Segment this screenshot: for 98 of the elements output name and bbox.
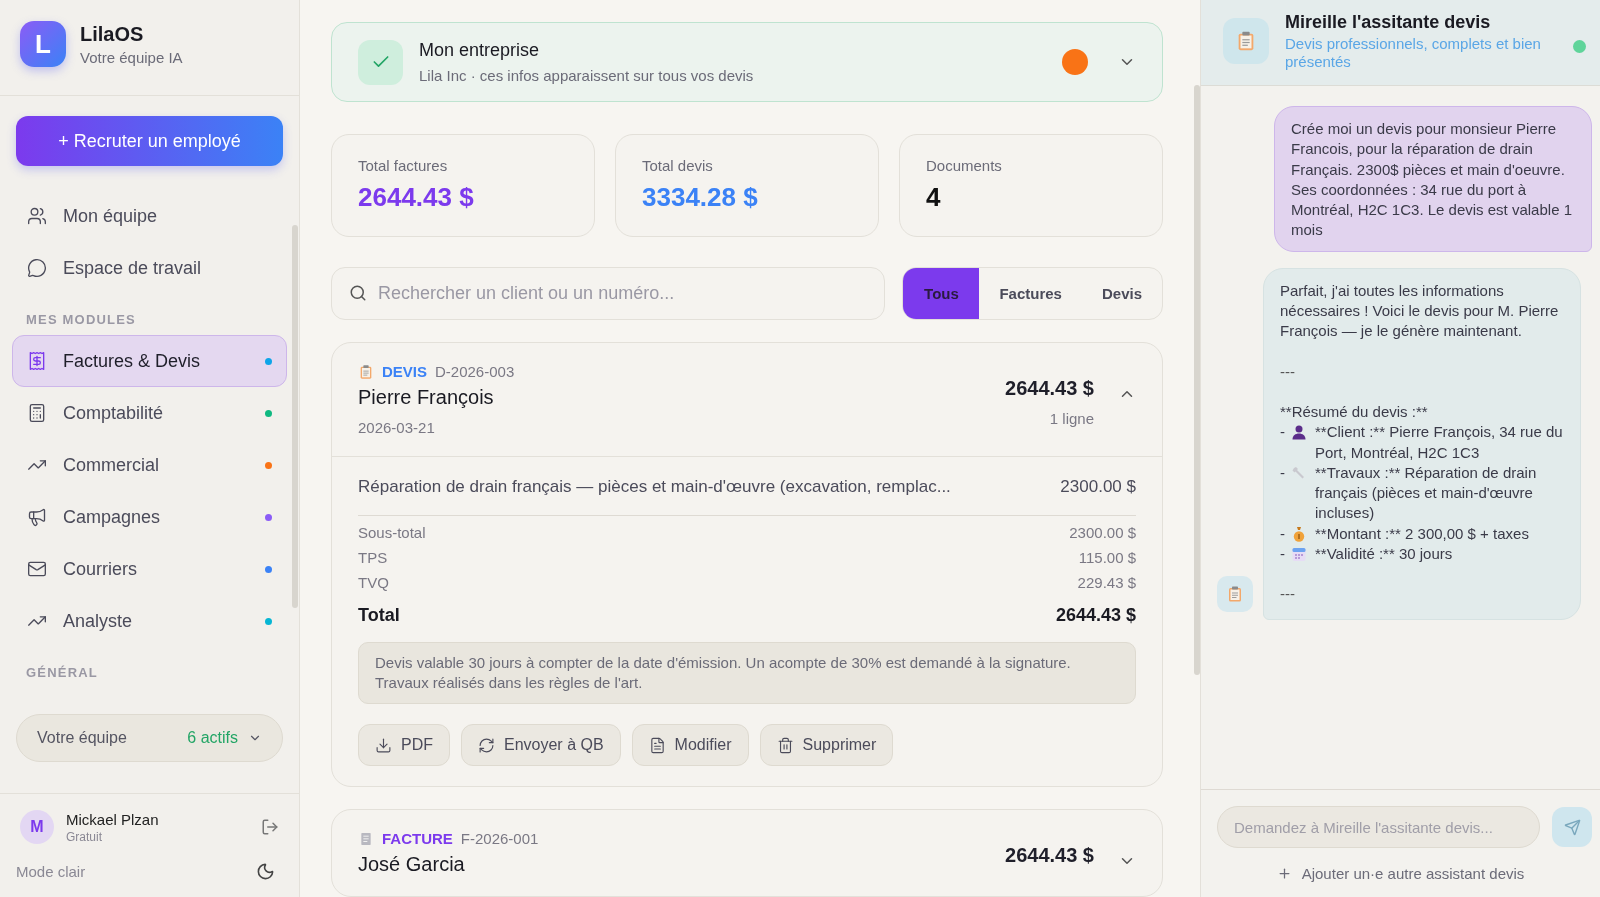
chat-icon <box>27 258 47 278</box>
line-amount: 2300.00 $ <box>1060 477 1136 497</box>
separator-text: --- <box>1280 584 1296 605</box>
assistant-name: Mireille l'assitante devis <box>1285 12 1492 33</box>
module-item[interactable]: Factures & Devis <box>12 335 287 387</box>
user-name: Mickael Plzan <box>66 810 159 828</box>
refresh-icon <box>478 736 495 754</box>
bullet: - <box>1280 523 1285 544</box>
clipboard-icon <box>1226 584 1244 603</box>
total-value: 229.43 $ <box>1077 574 1136 591</box>
user-avatar: M <box>20 810 54 844</box>
terms-note: Devis valable 30 jours à compter de la date d'émission. Un acompte de 30% est demandé à la signature. Travaux réalisés dans les règles de l'art. <box>358 642 1136 704</box>
mail-icon <box>27 559 47 579</box>
total-value: 2300.00 $ <box>1069 524 1136 541</box>
person-icon <box>1291 424 1307 441</box>
stat-label: Total factures <box>358 157 449 174</box>
user-message: Crée moi un devis pour monsieur Pierre Francois, pour la réparation de drain Français. 2300$ pièces et main d'oeuvre. Ses coordonnées : 34 rue du port à Montréal, H2C 1C3. Le devis est valable 1 mois <box>1274 106 1592 252</box>
megaphone-icon <box>27 507 47 527</box>
search-icon <box>349 284 367 302</box>
user-plan: Gratuit <box>66 829 103 844</box>
company-card[interactable]: Mon entreprise Lila Inc · ces infos apparaissent sur tous vos devis <box>331 22 1163 102</box>
app-logo: L <box>20 21 66 67</box>
document-type: FACTURE <box>382 830 453 847</box>
assistant-subtitle: Devis professionnels, complets et bien présentés <box>1285 35 1542 71</box>
client-name: Pierre François <box>358 386 495 409</box>
line-count: 1 ligne <box>1048 410 1094 427</box>
document-type: DEVIS <box>382 363 427 380</box>
recruit-button[interactable]: + Recruter un employé <box>16 116 283 166</box>
app-name: LilaOS <box>80 22 145 46</box>
nav-item[interactable]: Mon équipe <box>12 190 287 242</box>
users-icon <box>27 206 47 226</box>
document-number: D-2026-003 <box>435 363 515 380</box>
stat-value: 3334.28 $ <box>642 182 759 213</box>
chat-input[interactable]: Demandez à Mireille l'assitante devis... <box>1217 806 1540 848</box>
nav-item[interactable]: Espace de travail <box>12 242 287 294</box>
message-text: Parfait, j'ai toutes les informations nécessaires ! Voici le devis pour M. Pierre François — je le génère maintenant. <box>1280 280 1560 342</box>
money-bag-icon <box>1291 525 1307 542</box>
section-heading: MES MODULES <box>25 311 137 329</box>
summary-item: **Validité :** 30 jours <box>1315 544 1453 565</box>
scrollbar-thumb[interactable] <box>292 225 298 608</box>
action-button[interactable]: Supprimer <box>759 724 894 766</box>
send-icon <box>1563 818 1581 836</box>
module-item[interactable]: Analyste <box>12 595 287 647</box>
document-date: 2026-03-21 <box>358 419 436 436</box>
wrench-icon <box>1291 464 1307 481</box>
search-field[interactable]: Rechercher un client ou un numéro... <box>331 267 886 320</box>
stat-label: Total devis <box>642 157 714 174</box>
file-icon <box>648 736 666 754</box>
action-button[interactable]: Envoyer à QB <box>461 724 621 766</box>
app-tagline: Votre équipe IA <box>80 48 183 66</box>
message-text: **Résumé du devis :** <box>1280 401 1429 422</box>
total-label: Total <box>358 605 400 626</box>
module-item[interactable]: Commercial <box>12 439 287 491</box>
summary-item: **Montant :** 2 300,00 $ + taxes <box>1315 523 1529 544</box>
filter-tab[interactable]: Factures <box>979 268 1082 319</box>
mode-label: Mode clair <box>16 863 86 880</box>
document-number: F-2026-001 <box>460 830 539 847</box>
total-value: 2644.43 $ <box>1055 605 1136 626</box>
action-button[interactable]: Modifier <box>631 724 749 766</box>
color-swatch <box>1062 49 1088 75</box>
total-value: 115.00 $ <box>1078 549 1136 566</box>
stat-label: Documents <box>926 157 1003 174</box>
bullet: - <box>1280 544 1285 565</box>
bullet: - <box>1280 422 1285 443</box>
bullet: - <box>1280 462 1285 483</box>
total-label: Sous-total <box>358 524 426 541</box>
stat-value: 4 <box>926 182 942 213</box>
summary-item: **Travaux :** Réparation de drain français (pièces et main-d'œuvre incluses) <box>1315 462 1538 524</box>
action-button[interactable]: PDF <box>358 724 450 766</box>
company-subtitle: Lila Inc · ces infos apparaissent sur tous vos devis <box>419 67 754 84</box>
document-amount: 2644.43 $ <box>1005 844 1094 867</box>
calculator-icon <box>27 403 47 423</box>
company-title: Mon entreprise <box>419 40 541 61</box>
receipt-icon <box>27 351 47 371</box>
add-assistant-button[interactable]: Ajouter un·e autre assistant devis <box>1270 864 1531 883</box>
module-item[interactable]: Campagnes <box>12 491 287 543</box>
logout-icon[interactable] <box>261 818 279 836</box>
stat-value: 2644.43 $ <box>358 182 475 213</box>
moon-icon[interactable] <box>256 862 275 881</box>
download-icon <box>375 736 392 754</box>
clipboard-icon <box>358 363 374 380</box>
total-label: TPS <box>358 549 388 566</box>
trash-icon <box>776 736 794 754</box>
summary-item: **Client :** Pierre François, 34 rue du Port, Montréal, H2C 1C3 <box>1315 422 1564 463</box>
receipt-icon <box>358 830 374 847</box>
line-description: Réparation de drain français — pièces et main-d'œuvre (excavation, remplac... <box>358 477 951 497</box>
filter-tab[interactable]: Devis <box>1081 268 1162 319</box>
separator-text: --- <box>1280 361 1296 382</box>
document-amount: 2644.43 $ <box>1005 377 1094 400</box>
scrollbar-thumb[interactable] <box>1194 85 1200 675</box>
calendar-icon <box>1291 546 1307 563</box>
plus-icon <box>1276 866 1292 881</box>
team-selector[interactable]: Votre équipe 6 actifs <box>16 714 283 762</box>
module-item[interactable]: Comptabilité <box>12 387 287 439</box>
section-heading: GÉNÉRAL <box>25 664 99 682</box>
module-item[interactable]: Courriers <box>12 543 287 595</box>
total-label: TVQ <box>358 574 389 591</box>
client-name: José Garcia <box>358 853 466 876</box>
